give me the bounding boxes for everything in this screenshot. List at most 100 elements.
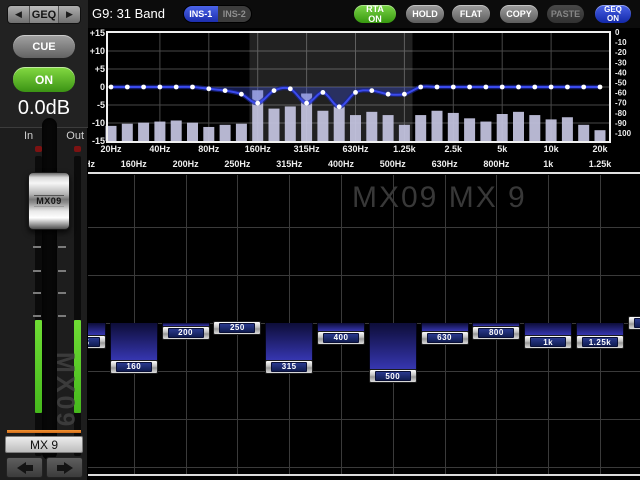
channel-name-display[interactable]: MX 9 <box>5 436 83 453</box>
hold-button[interactable]: HOLD <box>406 5 444 23</box>
eq-band-point[interactable] <box>174 85 179 90</box>
eq-band-point[interactable] <box>321 90 326 95</box>
board-freq-label: 1k <box>543 159 554 169</box>
geq-band-fader-630[interactable]: 630 <box>421 331 469 345</box>
copy-button[interactable]: COPY <box>500 5 538 23</box>
input-clip-led <box>35 146 42 152</box>
eq-band-point[interactable] <box>451 85 456 90</box>
geq-band-fader-400[interactable]: 400 <box>317 331 365 345</box>
eq-band-point[interactable] <box>532 85 537 90</box>
ins-1-tab[interactable]: INS-1 <box>184 6 218 22</box>
geq-on-button[interactable]: GEQ ON <box>595 5 631 23</box>
geq-band-fader-125[interactable]: 125 <box>88 335 106 349</box>
rta-on-button[interactable]: RTA ON <box>354 5 396 23</box>
channel-watermark: MX09 MX 9 <box>352 181 527 215</box>
eq-band-point[interactable] <box>467 85 472 90</box>
board-grid-line-h <box>88 275 640 276</box>
eq-band-point[interactable] <box>158 85 163 90</box>
board-freq-label: 1.25k <box>589 159 613 169</box>
geq-band-freq-label: 1.6k <box>634 318 640 328</box>
board-bottom-line <box>88 474 640 476</box>
freq-axis-label: 315Hz <box>294 144 321 154</box>
eq-band-point[interactable] <box>353 90 358 95</box>
right-arrow-icon <box>57 463 73 473</box>
geq-band-fader-500[interactable]: 500 <box>369 369 417 383</box>
eq-band-point[interactable] <box>239 92 244 97</box>
rta-bar <box>562 117 573 141</box>
fader-tick <box>58 292 66 294</box>
output-clip-led <box>74 146 81 152</box>
cue-button[interactable]: CUE <box>13 35 75 58</box>
eq-band-point[interactable] <box>223 88 228 93</box>
channel-fader-knob[interactable]: MX09 <box>28 172 70 230</box>
eq-band-point[interactable] <box>304 101 309 106</box>
rta-bar <box>464 118 475 141</box>
eq-band-point[interactable] <box>435 85 440 90</box>
input-meter-level <box>35 320 42 413</box>
left-triangle-icon: ◀ <box>15 9 22 20</box>
next-channel-button[interactable] <box>46 457 83 478</box>
board-grid-line-h <box>88 467 640 468</box>
geq-band-fader-250[interactable]: 250 <box>213 321 261 335</box>
geq-prev-button[interactable]: ◀ <box>8 6 29 23</box>
geq-band-fader-800[interactable]: 800 <box>472 326 520 340</box>
geq-band-fader-200[interactable]: 200 <box>162 326 210 340</box>
geq-band-freq-label: 1.25k <box>582 337 618 347</box>
paste-button[interactable]: PASTE <box>547 5 584 23</box>
fader-knob-label: MX09 <box>34 195 64 207</box>
insert-slot-toggle: INS-1 INS-2 <box>183 5 252 23</box>
fader-tick <box>58 315 66 317</box>
eq-overview-graph[interactable]: +15+10+50-5-10-150-10-20-30-40-50-60-70-… <box>88 28 640 175</box>
geq-band-fader-1.25k[interactable]: 1.25k <box>576 335 624 349</box>
eq-band-point[interactable] <box>109 85 114 90</box>
rta-bar <box>171 120 182 141</box>
board-freq-label: 500Hz <box>380 159 407 169</box>
meter-in-label: In <box>24 130 33 142</box>
eq-band-point[interactable] <box>581 85 586 90</box>
eq-band-point[interactable] <box>565 85 570 90</box>
rta-bar <box>383 115 394 141</box>
eq-band-point[interactable] <box>386 92 391 97</box>
geq-band-fader-160[interactable]: 160 <box>110 360 158 374</box>
board-freq-label: 125Hz <box>88 159 96 169</box>
right-axis-tick: -70 <box>615 99 627 108</box>
eq-band-point[interactable] <box>402 92 407 97</box>
rta-bar <box>154 122 165 141</box>
eq-band-point[interactable] <box>500 85 505 90</box>
eq-band-point[interactable] <box>206 86 211 91</box>
geq-band-fill <box>88 323 106 335</box>
eq-band-point[interactable] <box>598 85 603 90</box>
eq-band-point[interactable] <box>272 88 277 93</box>
eq-band-point[interactable] <box>288 86 293 91</box>
ins-2-tab[interactable]: INS-2 <box>218 6 252 22</box>
page-title: G9: 31 Band <box>92 6 165 21</box>
on-button[interactable]: ON <box>13 67 75 92</box>
eq-band-point[interactable] <box>549 85 554 90</box>
prev-channel-button[interactable] <box>6 457 43 478</box>
freq-axis-label: 1.25k <box>393 144 417 154</box>
freq-axis-label: 10k <box>544 144 560 154</box>
geq-band-fader-1k[interactable]: 1k <box>524 335 572 349</box>
rta-bar <box>285 106 296 141</box>
board-freq-label: 630Hz <box>432 159 459 169</box>
eq-band-point[interactable] <box>125 85 130 90</box>
eq-band-point[interactable] <box>190 85 195 90</box>
separator-line <box>88 172 640 174</box>
geq-band-fader-1.6k[interactable]: 1.6k <box>628 316 640 330</box>
eq-band-point[interactable] <box>337 104 342 109</box>
eq-band-point[interactable] <box>255 101 260 106</box>
eq-band-point[interactable] <box>369 88 374 93</box>
geq-band-freq-label: 125 <box>88 337 100 347</box>
eq-band-point[interactable] <box>484 85 489 90</box>
rta-bar <box>122 124 133 141</box>
eq-band-point[interactable] <box>516 85 521 90</box>
geq-band-freq-label: 500 <box>375 371 411 381</box>
geq-band-fader-315[interactable]: 315 <box>265 360 313 374</box>
eq-band-point[interactable] <box>418 85 423 90</box>
eq-band-point[interactable] <box>141 85 146 90</box>
flat-button[interactable]: FLAT <box>452 5 490 23</box>
right-axis-tick: -90 <box>615 119 627 128</box>
left-axis-tick: 0 <box>100 82 105 92</box>
geq-next-button[interactable]: ▶ <box>59 6 80 23</box>
topbar: G9: 31 Band INS-1 INS-2 RTA ON HOLD FLAT CO… <box>88 0 640 28</box>
